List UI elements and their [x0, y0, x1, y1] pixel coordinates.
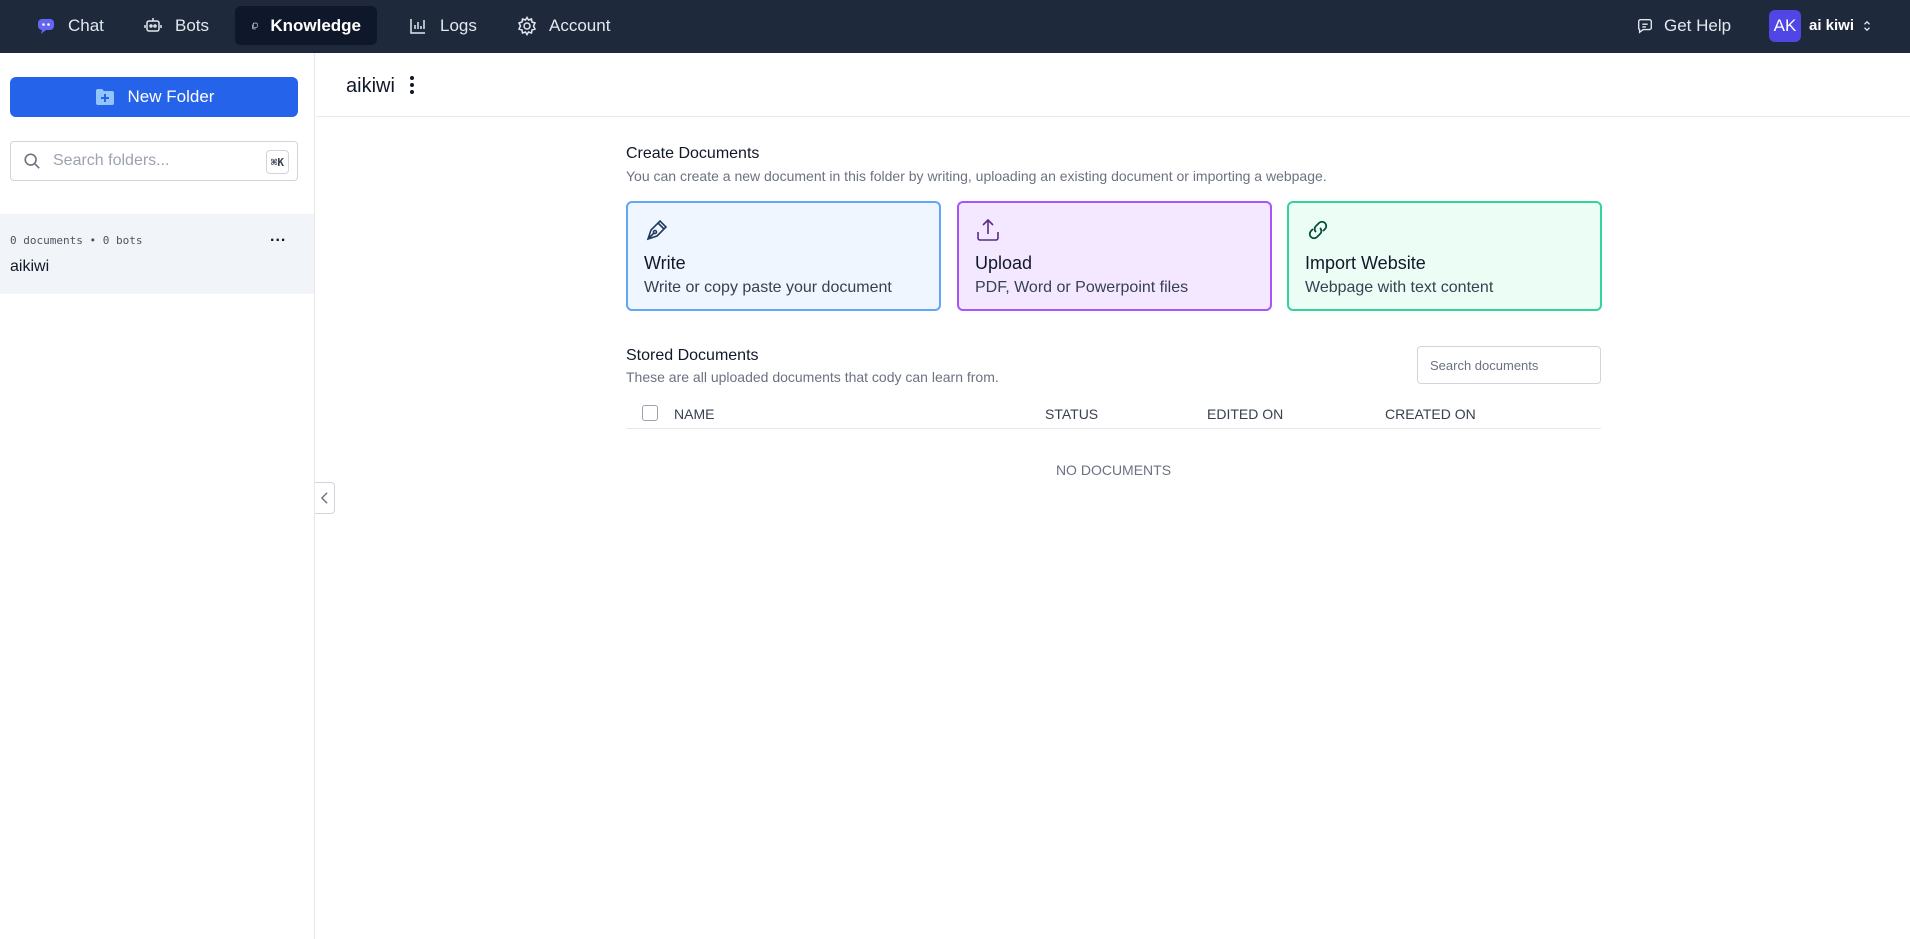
- card-title: Write: [644, 253, 686, 273]
- nav-label: Logs: [440, 15, 477, 35]
- select-all-checkbox[interactable]: [642, 405, 658, 421]
- upload-icon: [977, 218, 999, 241]
- nav-item-logs[interactable]: Logs: [392, 6, 493, 45]
- write-card[interactable]: Write Write or copy paste your document: [626, 201, 941, 311]
- nav-item-chat[interactable]: Chat: [20, 6, 120, 45]
- card-title: Import Website: [1305, 253, 1426, 273]
- user-name: ai kiwi: [1809, 17, 1855, 34]
- search-documents-input[interactable]: [1417, 346, 1601, 384]
- stored-documents-subtitle: These are all uploaded documents that co…: [626, 369, 999, 385]
- upload-card[interactable]: Upload PDF, Word or Powerpoint files: [957, 201, 1272, 311]
- folder-plus-icon: [95, 89, 114, 105]
- nav-label: Knowledge: [270, 15, 361, 35]
- gear-icon: [517, 15, 537, 36]
- page-title: aikiwi: [346, 75, 395, 97]
- shortcut-badge: ⌘K: [265, 150, 289, 174]
- folder-options-button[interactable]: ...: [270, 228, 286, 246]
- get-help-button[interactable]: Get Help: [1636, 6, 1731, 45]
- search-folders-box: ⌘K: [10, 141, 298, 181]
- create-documents-subtitle: You can create a new document in this fo…: [626, 168, 1327, 184]
- search-icon: [24, 153, 40, 169]
- stored-documents-title: Stored Documents: [626, 347, 759, 364]
- top-nav-bar: Chat Bots Knowledge Logs Account Get Hel…: [0, 0, 1910, 53]
- nav-item-bots[interactable]: Bots: [127, 6, 225, 45]
- column-header-name[interactable]: NAME: [674, 406, 714, 422]
- search-folders-input[interactable]: [53, 152, 253, 170]
- chart-icon: [410, 18, 425, 34]
- folder-meta: 0 documents • 0 bots: [10, 234, 143, 247]
- copy-documents-icon: [252, 22, 258, 29]
- card-title: Upload: [975, 253, 1033, 273]
- bot-icon: [144, 17, 162, 32]
- avatar: AK: [1769, 9, 1801, 42]
- more-vertical-icon[interactable]: [406, 73, 418, 97]
- folder-list-item[interactable]: 0 documents • 0 bots ... aikiwi: [0, 214, 314, 294]
- empty-state-text: NO DOCUMENTS: [1055, 462, 1172, 478]
- folder-header: aikiwi: [316, 53, 1910, 117]
- documents-table-header: NAME STATUS EDITED ON CREATED ON: [626, 401, 1601, 429]
- chevron-left-icon: [320, 492, 328, 504]
- chevron-up-down-icon: [1864, 20, 1871, 31]
- card-description: Webpage with text content: [1305, 279, 1494, 296]
- nav-label: Bots: [175, 15, 210, 35]
- create-documents-title: Create Documents: [626, 145, 760, 162]
- chat-bubble-icon: [38, 18, 54, 34]
- nav-item-knowledge[interactable]: Knowledge: [235, 6, 377, 45]
- import-website-card[interactable]: Import Website Webpage with text content: [1287, 201, 1602, 311]
- new-folder-button[interactable]: New Folder: [10, 77, 298, 117]
- new-folder-label: New Folder: [127, 87, 215, 106]
- column-header-edited-on[interactable]: EDITED ON: [1207, 406, 1283, 422]
- column-header-created-on[interactable]: CREATED ON: [1385, 406, 1476, 422]
- card-description: PDF, Word or Powerpoint files: [975, 279, 1189, 296]
- help-chat-icon: [1638, 18, 1652, 34]
- collapse-sidebar-button[interactable]: [315, 482, 335, 514]
- folders-sidebar: New Folder ⌘K 0 documents • 0 bots ... a…: [0, 53, 315, 939]
- nav-label: Account: [549, 15, 611, 35]
- folder-name: aikiwi: [10, 258, 50, 275]
- nav-label: Chat: [68, 15, 104, 35]
- card-description: Write or copy paste your document: [644, 279, 892, 296]
- pen-icon: [646, 219, 668, 241]
- user-menu[interactable]: AK ai kiwi: [1769, 6, 1872, 45]
- link-icon: [1308, 220, 1328, 240]
- column-header-status[interactable]: STATUS: [1045, 406, 1098, 422]
- get-help-label: Get Help: [1664, 15, 1732, 35]
- nav-item-account[interactable]: Account: [501, 6, 626, 45]
